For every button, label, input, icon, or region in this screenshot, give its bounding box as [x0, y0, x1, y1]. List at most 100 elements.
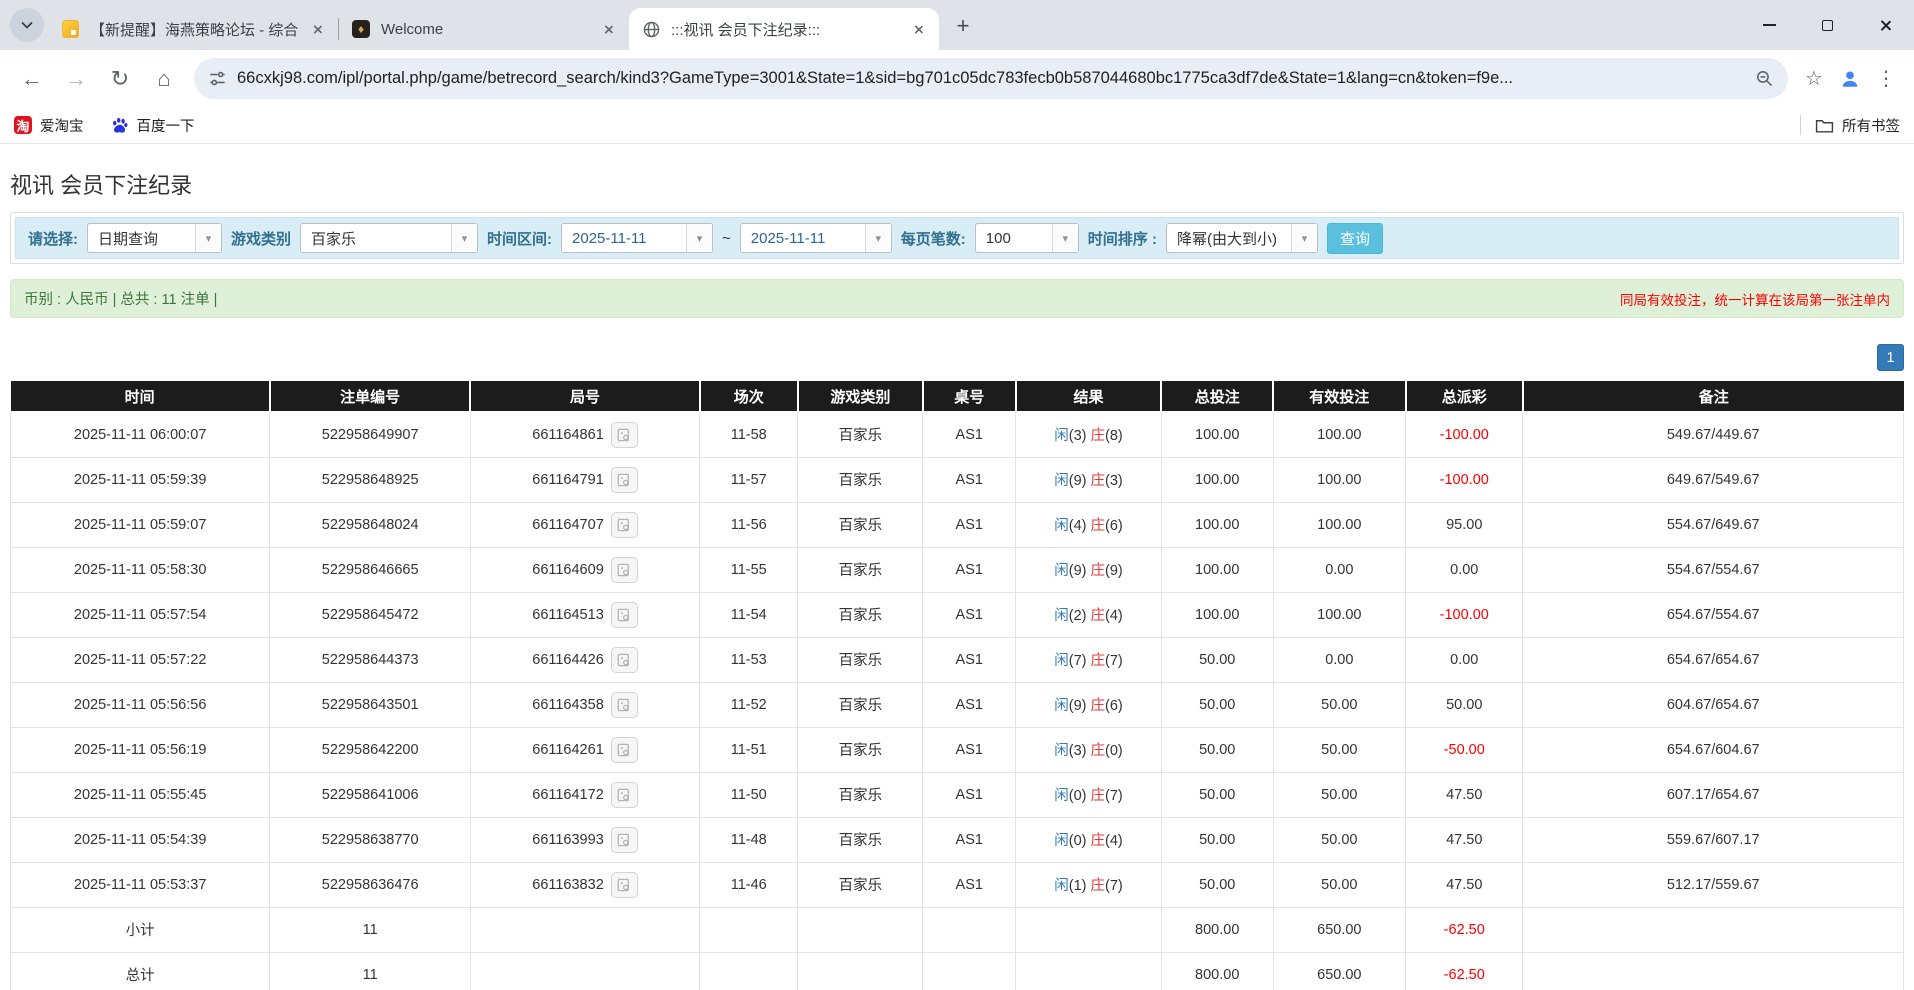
- cell-valid-bet: 50.00: [1272, 681, 1407, 728]
- summary-bar: 币别 : 人民币 | 总共 : 11 注单 | 同局有效投注，统一计算在该局第一…: [10, 279, 1904, 318]
- round-media-button[interactable]: [610, 421, 638, 448]
- forum-favicon-icon: [61, 20, 79, 38]
- cell-total-bet[interactable]: 50.00: [1160, 816, 1274, 863]
- reload-button[interactable]: ↻: [101, 60, 139, 98]
- tab-title: :::视讯 会员下注纪录:::: [671, 21, 821, 39]
- round-media-button[interactable]: [610, 556, 638, 583]
- tab-close-button[interactable]: [597, 18, 619, 40]
- cell-total-bet[interactable]: 50.00: [1160, 726, 1274, 773]
- tab-bet-records[interactable]: :::视讯 会员下注纪录:::: [629, 8, 939, 50]
- bookmark-star-icon[interactable]: ☆: [1796, 61, 1832, 97]
- cell-table: AS1: [922, 546, 1017, 593]
- close-window-button[interactable]: [1856, 0, 1914, 50]
- tab-strip: 【新提醒】海燕策略论坛 - 综合 ♦ Welcome :::视讯 会员下注纪录:…: [0, 0, 1914, 50]
- tab-welcome[interactable]: ♦ Welcome: [339, 8, 629, 50]
- search-button[interactable]: 查询: [1326, 222, 1383, 254]
- column-header: 备注: [1522, 381, 1904, 413]
- tab-search-button[interactable]: [10, 8, 44, 42]
- date-to-select[interactable]: 2025-11-11 ▾: [739, 223, 892, 253]
- cell-remark: 512.17/559.67: [1522, 861, 1904, 908]
- cell-session: 11-53: [699, 636, 799, 683]
- menu-kebab-icon[interactable]: ⋮: [1868, 61, 1904, 97]
- table-row: 2025-11-11 05:53:37 522958636476 6611638…: [9, 861, 1904, 908]
- site-info-icon[interactable]: [208, 69, 227, 88]
- back-button[interactable]: ←: [13, 60, 51, 98]
- cell-result: 闲(4) 庄(6): [1015, 501, 1162, 548]
- cell-total-bet[interactable]: 50.00: [1160, 771, 1274, 818]
- cell-result: 闲(7) 庄(7): [1015, 636, 1162, 683]
- round-media-button[interactable]: [610, 826, 638, 853]
- chevron-down-icon: ▾: [864, 224, 891, 252]
- cell-total-bet[interactable]: 100.00: [1160, 591, 1274, 638]
- cell-game-type: 百家乐: [797, 726, 924, 773]
- bookmark-taobao[interactable]: 淘 爱淘宝: [14, 115, 84, 136]
- sort-select[interactable]: 降幂(由大到小) ▾: [1165, 223, 1318, 253]
- maximize-icon: [1821, 19, 1833, 31]
- new-tab-button[interactable]: +: [947, 10, 979, 42]
- cell-remark: 654.67/604.67: [1522, 726, 1904, 773]
- cell-result: 闲(9) 庄(9): [1015, 546, 1162, 593]
- cell-total-bet[interactable]: 50.00: [1160, 636, 1274, 683]
- cell-game-type: 百家乐: [797, 861, 924, 908]
- address-bar[interactable]: 66cxkj98.com/ipl/portal.php/game/betreco…: [194, 58, 1788, 99]
- table-row: 2025-11-11 05:59:39 522958648925 6611647…: [9, 456, 1904, 503]
- cell-session: 11-52: [699, 681, 799, 728]
- cell-round: 661164707: [469, 501, 701, 548]
- tab-forum[interactable]: 【新提醒】海燕策略论坛 - 综合: [48, 8, 338, 50]
- query-type-select[interactable]: 日期查询 ▾: [87, 223, 222, 253]
- cell-result: 闲(9) 庄(6): [1015, 681, 1162, 728]
- round-media-button[interactable]: [610, 691, 638, 718]
- column-header: 桌号: [922, 381, 1017, 413]
- close-icon: [912, 23, 924, 35]
- zoom-icon[interactable]: [1755, 69, 1774, 88]
- cell-time: 2025-11-11 06:00:07: [9, 411, 271, 458]
- cell-result: 闲(2) 庄(4): [1015, 591, 1162, 638]
- cell-table: AS1: [922, 591, 1017, 638]
- round-media-button[interactable]: [610, 781, 638, 808]
- cell-total-bet[interactable]: 100.00: [1160, 411, 1274, 458]
- picture-icon: [617, 428, 629, 441]
- all-bookmarks-button[interactable]: 所有书签: [1815, 115, 1900, 136]
- game-type-select[interactable]: 百家乐 ▾: [300, 223, 479, 253]
- bookmark-baidu[interactable]: 百度一下: [110, 115, 195, 136]
- cell-valid-bet: 50.00: [1272, 861, 1407, 908]
- round-media-button[interactable]: [610, 511, 638, 538]
- column-header: 场次: [699, 381, 799, 413]
- cell-total-bet[interactable]: 50.00: [1160, 861, 1274, 908]
- cell-total-bet[interactable]: 100.00: [1160, 456, 1274, 503]
- cell-total-bet[interactable]: 100.00: [1160, 501, 1274, 548]
- round-media-button[interactable]: [610, 736, 638, 763]
- maximize-button[interactable]: [1798, 0, 1856, 50]
- table-row: 2025-11-11 05:54:39 522958638770 6611639…: [9, 816, 1904, 863]
- summary-count: 11: [269, 951, 471, 990]
- picture-icon: [617, 653, 629, 666]
- cell-time: 2025-11-11 05:59:39: [9, 456, 271, 503]
- profile-avatar[interactable]: [1832, 61, 1868, 97]
- tab-close-button[interactable]: [306, 18, 328, 40]
- browser-toolbar: ← → ↻ ⌂ 66cxkj98.com/ipl/portal.php/game…: [0, 50, 1914, 107]
- round-media-button[interactable]: [610, 601, 638, 628]
- minimize-button[interactable]: [1740, 0, 1798, 50]
- cell-round: 661163832: [469, 861, 701, 908]
- round-media-button[interactable]: [610, 871, 638, 898]
- date-from-select[interactable]: 2025-11-11 ▾: [561, 223, 714, 253]
- tab-close-button[interactable]: [907, 18, 929, 40]
- chevron-down-icon: ▾: [195, 224, 221, 252]
- forward-button[interactable]: →: [57, 60, 95, 98]
- cell-session: 11-58: [699, 411, 799, 458]
- cell-total-bet[interactable]: 100.00: [1160, 546, 1274, 593]
- cell-time: 2025-11-11 05:57:22: [9, 636, 271, 683]
- round-media-button[interactable]: [610, 466, 638, 493]
- cell-session: 11-56: [699, 501, 799, 548]
- cell-round: 661164426: [469, 636, 701, 683]
- per-page-select[interactable]: 100 ▾: [974, 223, 1079, 253]
- cell-total-bet[interactable]: 50.00: [1160, 681, 1274, 728]
- cell-time: 2025-11-11 05:56:56: [9, 681, 271, 728]
- home-button[interactable]: ⌂: [145, 60, 183, 98]
- bookmark-label: 爱淘宝: [40, 118, 84, 135]
- picture-icon: [617, 473, 629, 486]
- cell-result: 闲(9) 庄(3): [1015, 456, 1162, 503]
- tab-title: Welcome: [381, 20, 444, 38]
- round-media-button[interactable]: [610, 646, 638, 673]
- page-1-button[interactable]: 1: [1877, 344, 1904, 371]
